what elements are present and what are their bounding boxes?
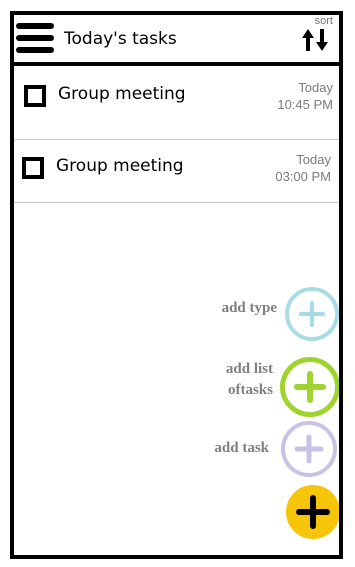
- task-checkbox[interactable]: [22, 157, 44, 179]
- plus-icon: [296, 495, 330, 529]
- task-row[interactable]: Group meeting Today 03:00 PM: [14, 140, 339, 203]
- task-title: Group meeting: [58, 84, 186, 104]
- add-list-label: add list oftasks: [226, 359, 273, 401]
- add-task-label: add task: [214, 440, 269, 456]
- menu-bar: [16, 35, 54, 41]
- task-date: Today: [296, 152, 331, 167]
- sort-button[interactable]: sort: [297, 15, 333, 59]
- task-time: 03:00 PM: [275, 169, 331, 184]
- phone-frame: Today's tasks sort Group meeting Today 1…: [10, 11, 343, 559]
- page-title: Today's tasks: [64, 29, 177, 49]
- menu-bar: [16, 23, 54, 29]
- task-title: Group meeting: [56, 156, 184, 176]
- add-type-button[interactable]: [285, 287, 339, 341]
- menu-bar: [16, 47, 54, 53]
- plus-icon: [294, 371, 326, 403]
- sort-arrows-icon: [302, 29, 328, 51]
- add-type-label: add type: [221, 300, 277, 316]
- task-checkbox[interactable]: [24, 85, 46, 107]
- add-list-button[interactable]: [280, 357, 339, 417]
- hamburger-menu-icon[interactable]: [16, 23, 54, 53]
- add-list-label-line1: add list: [225, 361, 273, 377]
- task-date: Today: [298, 80, 333, 95]
- add-list-label-line2: oftasks: [227, 382, 273, 398]
- main-add-button[interactable]: [286, 485, 339, 539]
- task-time: 10:45 PM: [277, 97, 333, 112]
- plus-icon: [298, 300, 326, 328]
- task-row[interactable]: Group meeting Today 10:45 PM: [14, 66, 339, 140]
- plus-icon: [294, 434, 324, 464]
- app-header: Today's tasks sort: [14, 15, 339, 66]
- sort-label: sort: [314, 15, 333, 27]
- add-task-button[interactable]: [281, 421, 337, 477]
